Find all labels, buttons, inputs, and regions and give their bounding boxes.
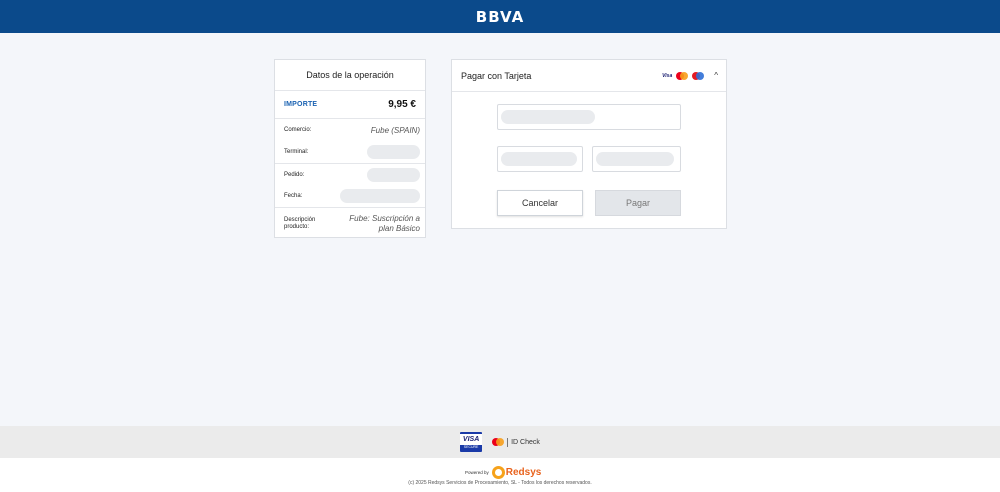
payment-header[interactable]: Pagar con Tarjeta Visa ^ [452, 60, 726, 92]
operation-title: Datos de la operación [275, 60, 425, 91]
mastercard-idcheck-icon [492, 438, 505, 446]
powered-by-label: Powered by [465, 470, 489, 475]
merchant-value: Fube (SPAIN) [370, 125, 420, 135]
powered-by: Powered by Redsys [465, 466, 541, 479]
expiry-placeholder [501, 152, 577, 166]
description-label: Descripción producto: [284, 216, 316, 230]
order-placeholder [367, 167, 420, 182]
description-value: Fube: Suscripción a plan Básico [349, 213, 420, 233]
operation-data-card: Datos de la operación IMPORTE 9,95 € Com… [274, 59, 426, 238]
card-payment-panel: Pagar con Tarjeta Visa ^ Cancelar Pagar [451, 59, 727, 229]
redsys-icon [491, 466, 505, 479]
order-label: Pedido: [284, 171, 305, 178]
redsys-logo: Redsys [491, 466, 542, 479]
copyright-text: (c) 2025 Redsys Servicios de Procesamien… [408, 480, 592, 486]
security-badges-band: VISA SECURE ID Check [0, 426, 1000, 458]
description-row: Descripción producto: Fube: Suscripción … [275, 207, 425, 239]
redsys-name: Redsys [505, 467, 542, 478]
cvv-placeholder [596, 152, 674, 166]
mastercard-icon [676, 71, 689, 80]
merchant-row: Comercio: Fube (SPAIN) [275, 119, 425, 141]
cvv-field[interactable] [592, 146, 681, 172]
card-number-field[interactable] [497, 104, 681, 130]
payment-title: Pagar con Tarjeta [461, 70, 532, 81]
card-number-placeholder [501, 110, 595, 124]
top-header: BBVA [0, 0, 1000, 33]
visa-badge-sub: SECURE [463, 445, 479, 449]
merchant-label: Comercio: [284, 127, 312, 133]
amount-row: IMPORTE 9,95 € [275, 91, 425, 119]
visa-icon: Visa [662, 72, 673, 79]
footer: Powered by Redsys (c) 2025 Redsys Servic… [0, 458, 1000, 492]
date-row: Fecha: [275, 185, 425, 207]
card-brands: Visa ^ [662, 71, 718, 80]
amount-label: IMPORTE [284, 101, 318, 108]
amount-value: 9,95 € [388, 99, 416, 110]
bbva-logo: BBVA [475, 7, 525, 26]
idcheck-label: ID Check [511, 438, 540, 446]
terminal-label: Terminal: [284, 149, 309, 155]
chevron-up-icon[interactable]: ^ [714, 71, 718, 80]
maestro-icon [692, 71, 705, 80]
visa-badge-text: VISA [462, 436, 480, 443]
order-row: Pedido: [275, 163, 425, 185]
date-label: Fecha: [284, 193, 303, 199]
date-placeholder [340, 189, 420, 203]
terminal-row: Terminal: [275, 141, 425, 163]
terminal-placeholder [367, 145, 420, 159]
mastercard-idcheck: ID Check [492, 437, 540, 447]
visa-secure-icon: VISA SECURE [460, 432, 483, 452]
pay-button[interactable]: Pagar [595, 190, 681, 216]
cancel-button[interactable]: Cancelar [497, 190, 583, 216]
expiry-field[interactable] [497, 146, 583, 172]
